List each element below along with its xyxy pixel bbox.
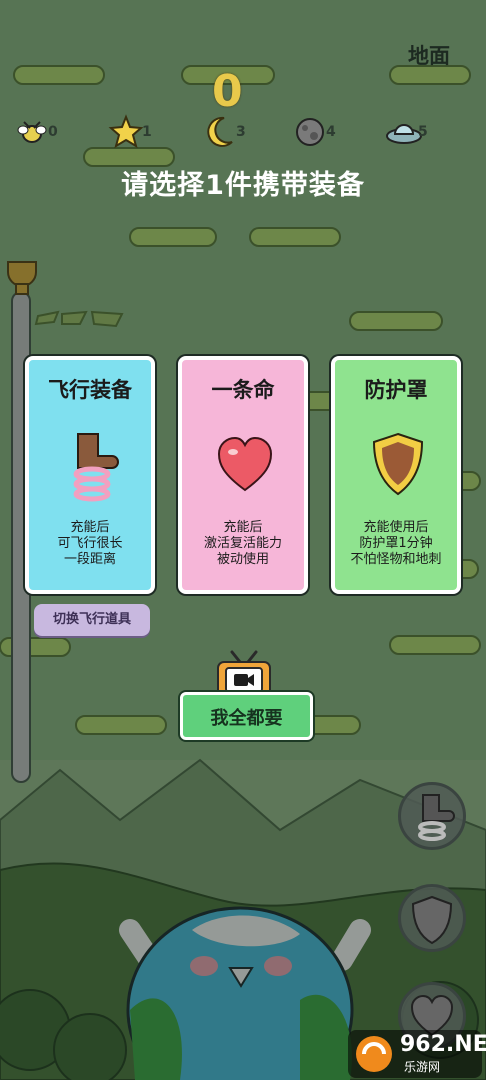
card-flight-gear[interactable]: 飞行装备 充能后 可飞行很长 一段距离 xyxy=(25,356,155,594)
card-description: 充能使用后 防护罩1分钟 不怕怪物和地刺 xyxy=(335,520,457,568)
shield-item-button[interactable] xyxy=(398,884,466,952)
moon-count: 3 xyxy=(236,124,246,140)
meteor-icon: 4 xyxy=(292,114,336,154)
moon-icon: 3 xyxy=(202,114,246,154)
meteor-count: 4 xyxy=(326,124,336,140)
watermark-subtext: 乐游网 xyxy=(404,1060,441,1074)
card-extra-life[interactable]: 一条命 充能后 激活复活能力 被动使用 xyxy=(178,356,308,594)
bee-icon: 0 xyxy=(14,114,58,154)
desc-line: 被动使用 xyxy=(216,552,269,567)
card-description: 充能后 激活复活能力 被动使用 xyxy=(182,520,304,568)
flight-item-button[interactable] xyxy=(398,782,466,850)
bee-count: 0 xyxy=(48,124,58,140)
card-description: 充能后 可飞行很长 一段距离 xyxy=(29,520,151,568)
card-title: 一条命 xyxy=(211,378,275,402)
take-all-button[interactable]: 我全都要 xyxy=(180,692,313,740)
desc-line: 充能使用后 xyxy=(363,520,429,535)
desc-line: 充能后 xyxy=(223,520,263,535)
site-watermark: 962.NET 乐游网 xyxy=(348,1030,486,1078)
spring-boot-icon xyxy=(62,428,122,502)
equipment-prompt: 请选择1件携带装备 xyxy=(121,170,365,201)
watermark-text: 962.NET xyxy=(400,1032,486,1057)
desc-line: 不怕怪物和地刺 xyxy=(350,552,442,567)
ufo-count: 5 xyxy=(418,124,428,140)
ufo-icon: 5 xyxy=(384,114,428,154)
desc-line: 激活复活能力 xyxy=(203,536,282,551)
card-title: 飞行装备 xyxy=(48,378,132,402)
desc-line: 可飞行很长 xyxy=(57,536,123,551)
watermark-logo-icon xyxy=(356,1036,392,1072)
spring-boot-icon xyxy=(418,794,455,841)
switch-flight-item-button[interactable]: 切换飞行道具 xyxy=(34,604,150,636)
collectibles-bar: 0 1 3 4 5 xyxy=(14,114,476,154)
ground-label: 地面 xyxy=(408,44,450,68)
desc-line: 一段距离 xyxy=(63,552,116,567)
shield-icon xyxy=(411,895,453,945)
desc-line: 充能后 xyxy=(70,520,110,535)
star-count: 1 xyxy=(142,124,152,140)
card-shield[interactable]: 防护罩 充能使用后 防护罩1分钟 不怕怪物和地刺 xyxy=(331,356,461,594)
heart-icon xyxy=(215,428,275,502)
desc-line: 防护罩1分钟 xyxy=(359,536,433,551)
shield-icon xyxy=(368,428,428,502)
card-title: 防护罩 xyxy=(364,378,428,402)
score-counter: 0 xyxy=(212,66,243,117)
star-icon: 1 xyxy=(108,114,152,154)
